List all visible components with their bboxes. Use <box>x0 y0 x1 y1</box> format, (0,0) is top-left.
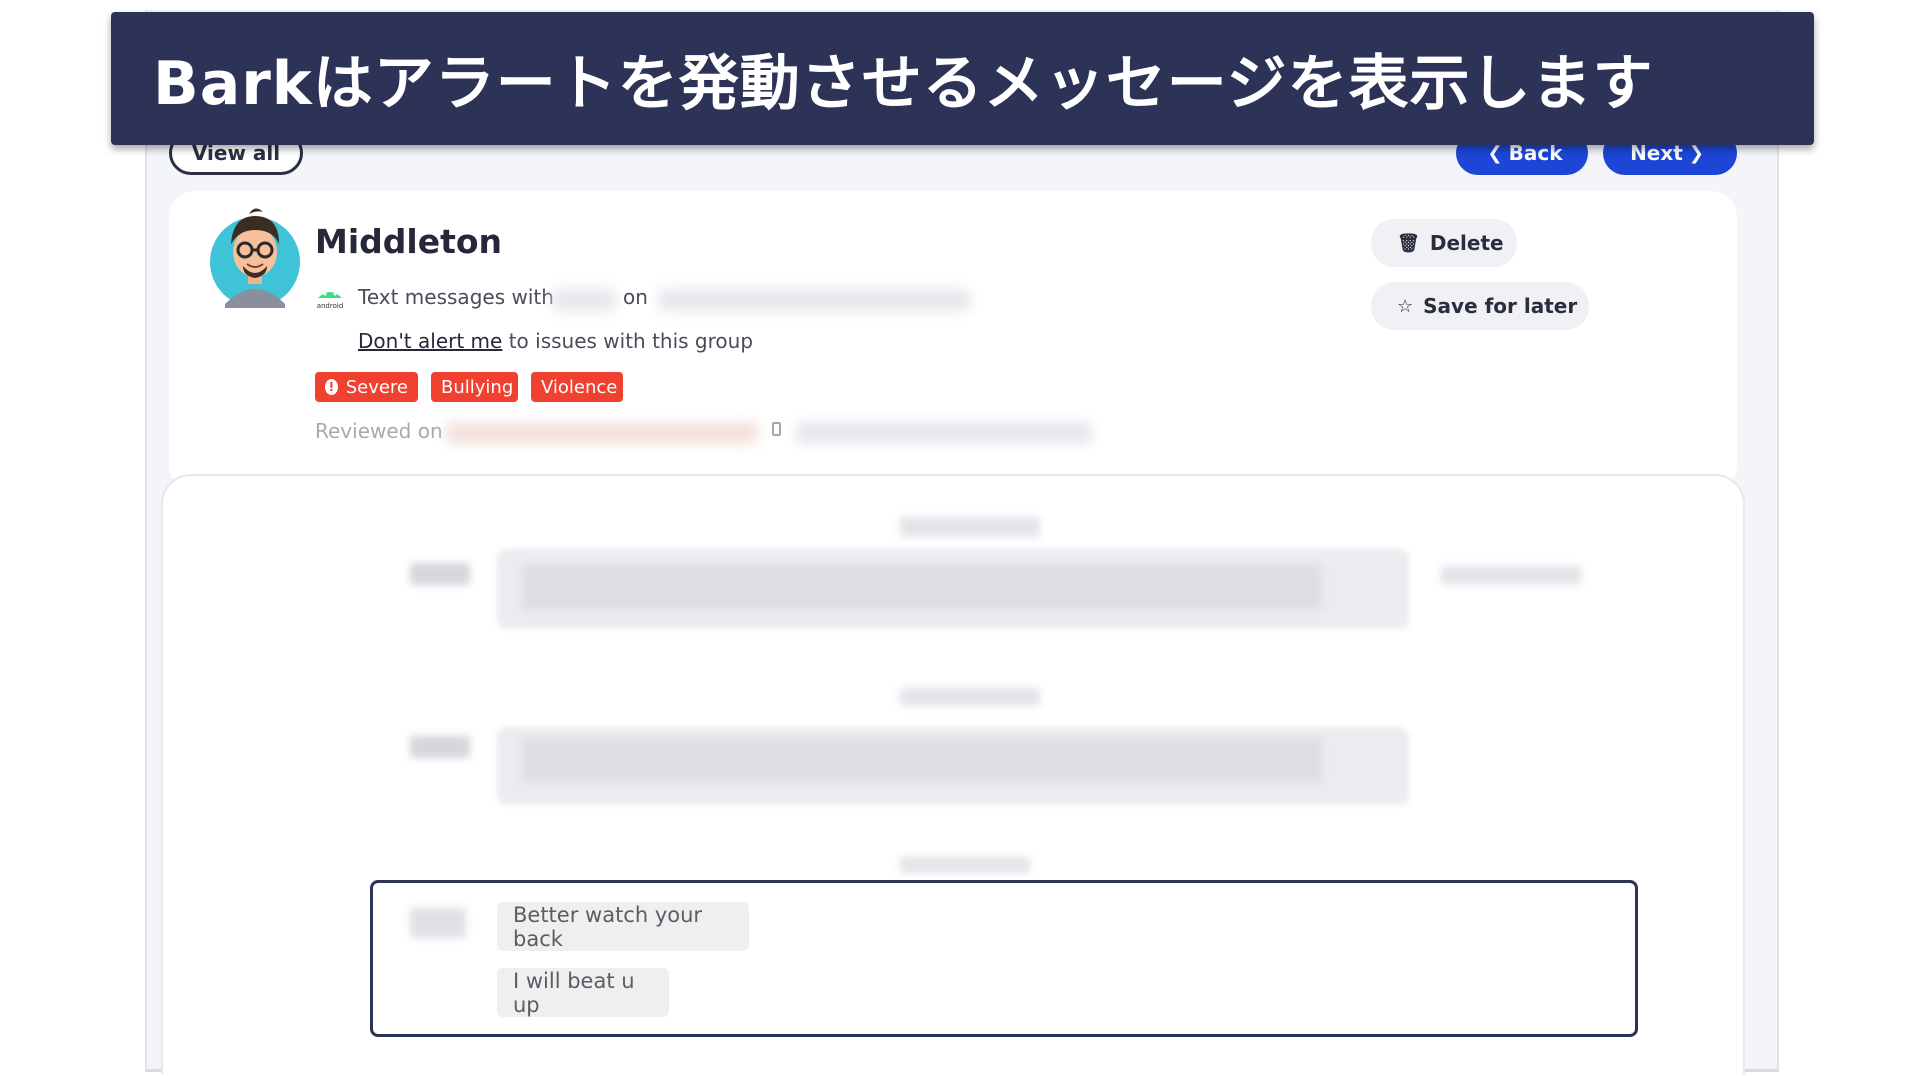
redacted-message-text <box>522 738 1322 782</box>
message-bubble: Better watch your back <box>497 902 749 951</box>
redacted-sender <box>410 736 470 758</box>
android-icon: android <box>316 292 344 310</box>
redacted-reviewed-date <box>446 422 758 444</box>
exclamation-icon: ! <box>325 379 338 395</box>
trash-icon: 🗑 <box>1397 232 1420 254</box>
delete-label: Delete <box>1429 231 1504 255</box>
redacted-timestamp <box>1441 566 1581 584</box>
redacted-sender <box>410 563 470 585</box>
redacted-contact <box>552 289 616 311</box>
message-bubble: I will beat u up <box>497 968 669 1017</box>
redacted-sender <box>410 908 466 938</box>
dont-alert-link[interactable]: Don't alert me <box>358 329 502 353</box>
redacted-timestamp <box>900 517 1040 537</box>
caption-text: Barkはアラートを発動させるメッセージを表示します <box>153 49 1654 119</box>
save-for-later-button[interactable]: ☆ Save for later <box>1371 282 1589 330</box>
redacted-date <box>658 289 970 311</box>
messages-on: on <box>623 285 648 309</box>
avatar <box>210 208 300 308</box>
chevron-right-icon: ❯ <box>1688 142 1704 164</box>
tag-label: Bullying <box>441 376 514 398</box>
tag-violence: Violence <box>531 372 623 402</box>
reviewed-label: Reviewed on <box>315 419 443 443</box>
caption-banner: Barkはアラートを発動させるメッセージを表示します <box>111 12 1814 145</box>
message-text: Better watch your back <box>513 902 703 951</box>
phone-icon <box>772 422 781 436</box>
tag-label: Violence <box>541 376 618 398</box>
tag-bullying: Bullying <box>431 372 518 402</box>
tag-label: Severe <box>345 376 408 398</box>
tag-severe: ! Severe <box>315 372 418 402</box>
redacted-device <box>796 422 1092 444</box>
svg-text:android: android <box>317 302 344 310</box>
dont-alert-suffix: to issues with this group <box>508 329 754 353</box>
redacted-timestamp <box>900 857 1030 873</box>
messages-prefix: Text messages with <box>358 285 554 309</box>
message-text: I will beat u up <box>513 968 635 1017</box>
delete-button[interactable]: 🗑 Delete <box>1371 219 1517 267</box>
save-label: Save for later <box>1423 294 1578 318</box>
chevron-left-icon: ❮ <box>1487 142 1503 164</box>
star-icon: ☆ <box>1397 295 1414 317</box>
dont-alert-line: Don't alert me to issues with this group <box>358 329 753 353</box>
redacted-timestamp <box>900 688 1040 706</box>
redacted-message-text <box>522 565 1322 610</box>
contact-name: Middleton <box>315 222 503 261</box>
